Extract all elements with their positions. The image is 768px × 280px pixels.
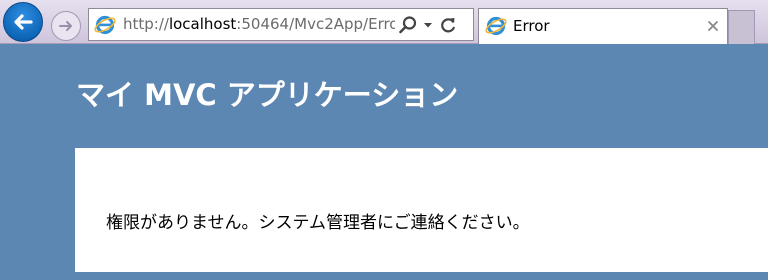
tab-error[interactable]: Error bbox=[478, 8, 728, 44]
refresh-button[interactable] bbox=[437, 15, 459, 35]
address-dropdown-button[interactable] bbox=[421, 15, 435, 35]
back-button[interactable] bbox=[3, 2, 43, 42]
refresh-icon bbox=[441, 18, 456, 33]
page-title: マイ MVC アプリケーション bbox=[76, 78, 459, 112]
forward-arrow-icon bbox=[59, 21, 72, 31]
back-arrow-icon bbox=[14, 14, 33, 30]
tab-title: Error bbox=[513, 17, 550, 35]
ie-logo-icon bbox=[94, 15, 116, 35]
chevron-down-icon bbox=[424, 23, 432, 28]
forward-button[interactable] bbox=[51, 11, 81, 41]
new-tab-button[interactable] bbox=[728, 10, 755, 44]
url-text[interactable]: http://localhost:50464/Mvc2App/Erro bbox=[123, 9, 395, 40]
url-host: localhost bbox=[168, 15, 237, 33]
url-protocol: http:// bbox=[123, 15, 169, 33]
ie-logo-icon bbox=[485, 16, 507, 36]
url-path: :50464/Mvc2App/Erro bbox=[236, 15, 395, 33]
search-button[interactable] bbox=[397, 15, 419, 35]
search-icon bbox=[399, 16, 417, 34]
address-bar[interactable]: http://localhost:50464/Mvc2App/Erro bbox=[88, 8, 474, 41]
close-icon[interactable] bbox=[705, 18, 721, 34]
main-content: 権限がありません。システム管理者にご連絡ください。 bbox=[75, 148, 768, 272]
error-message: 権限がありません。システム管理者にご連絡ください。 bbox=[106, 213, 530, 233]
browser-toolbar: http://localhost:50464/Mvc2App/Erro Erro… bbox=[0, 0, 768, 44]
